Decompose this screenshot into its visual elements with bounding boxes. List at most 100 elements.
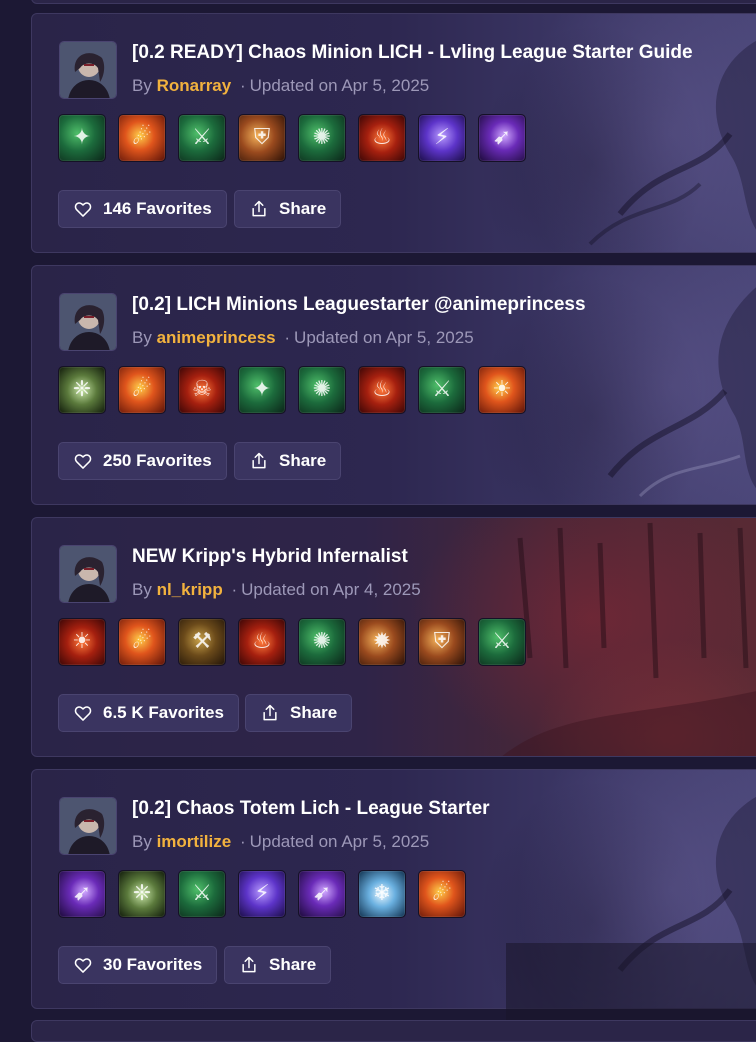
- skill-gem-icon[interactable]: ✦: [58, 114, 106, 162]
- separator: ·: [239, 832, 246, 851]
- skill-gem-icon[interactable]: ➹: [298, 870, 346, 918]
- share-icon: [252, 200, 266, 217]
- favorites-count: 146 Favorites: [103, 199, 212, 218]
- skill-glyph-icon: ✺: [312, 629, 332, 654]
- build-title[interactable]: [0.2 READY] Chaos Minion LICH - Lvling L…: [132, 42, 730, 64]
- skill-gem-icon[interactable]: ✺: [298, 366, 346, 414]
- favorites-count: 6.5 K Favorites: [103, 703, 224, 722]
- favorite-button[interactable]: 250 Favorites: [58, 442, 227, 480]
- skill-glyph-icon: ⚔: [192, 125, 212, 150]
- next-card-edge: [31, 1020, 756, 1042]
- skill-glyph-icon: ❈: [132, 881, 152, 906]
- skill-glyph-icon: ☄: [132, 125, 152, 150]
- author-avatar[interactable]: [59, 545, 117, 603]
- skill-glyph-icon: ❈: [72, 377, 92, 402]
- share-icon: [252, 452, 266, 469]
- skill-gem-icon[interactable]: ⚡: [238, 870, 286, 918]
- skill-gem-icon[interactable]: ✦: [238, 366, 286, 414]
- share-button[interactable]: Share: [245, 694, 353, 732]
- skill-glyph-icon: ☀: [492, 377, 512, 402]
- skill-glyph-icon: ⛨: [433, 629, 451, 654]
- skill-gem-icon[interactable]: ⚔: [178, 114, 226, 162]
- skill-gem-icon[interactable]: ➹: [478, 114, 526, 162]
- skill-glyph-icon: ♨: [372, 377, 392, 402]
- heart-icon: [74, 202, 92, 217]
- skill-glyph-icon: ♨: [372, 125, 392, 150]
- share-icon: [263, 704, 277, 721]
- skill-gem-icon[interactable]: ⛨: [418, 618, 466, 666]
- by-label: By: [132, 580, 152, 599]
- separator: ·: [231, 580, 238, 599]
- skill-glyph-icon: ➹: [72, 881, 92, 906]
- skill-gem-icon[interactable]: ⚡: [418, 114, 466, 162]
- author-avatar[interactable]: [59, 41, 117, 99]
- skill-glyph-icon: ⚔: [432, 377, 452, 402]
- build-meta: By imortilize · Updated on Apr 5, 2025: [132, 832, 429, 852]
- favorite-button[interactable]: 146 Favorites: [58, 190, 227, 228]
- skill-gem-icon[interactable]: ♨: [358, 366, 406, 414]
- share-label: Share: [279, 199, 327, 218]
- skill-gem-icon[interactable]: ⛨: [238, 114, 286, 162]
- build-card[interactable]: [0.2] LICH Minions Leaguestarter @animep…: [31, 265, 756, 505]
- updated-label: Updated on: [241, 580, 330, 599]
- updated-date: Apr 4, 2025: [332, 580, 421, 599]
- skill-gem-icon[interactable]: ⚔: [178, 870, 226, 918]
- separator: ·: [284, 328, 291, 347]
- skill-glyph-icon: ✦: [252, 377, 272, 402]
- share-button[interactable]: Share: [224, 946, 332, 984]
- build-title[interactable]: NEW Kripp's Hybrid Infernalist: [132, 546, 730, 568]
- skill-gem-icon[interactable]: ❈: [58, 366, 106, 414]
- share-button[interactable]: Share: [234, 190, 342, 228]
- skill-gem-icon[interactable]: ⚔: [478, 618, 526, 666]
- skill-glyph-icon: ☀: [72, 629, 92, 654]
- skill-gem-icon[interactable]: ☠: [178, 366, 226, 414]
- author-link[interactable]: Ronarray: [157, 76, 232, 95]
- build-meta: By Ronarray · Updated on Apr 5, 2025: [132, 76, 429, 96]
- skill-gem-icon[interactable]: ❈: [118, 870, 166, 918]
- author-link[interactable]: nl_kripp: [157, 580, 223, 599]
- skill-gem-icon[interactable]: ✺: [298, 618, 346, 666]
- author-link[interactable]: animeprincess: [157, 328, 276, 347]
- skill-gem-icon[interactable]: ☀: [58, 618, 106, 666]
- skill-gem-icon[interactable]: ♨: [358, 114, 406, 162]
- build-meta: By animeprincess · Updated on Apr 5, 2025: [132, 328, 474, 348]
- skill-gem-icon[interactable]: ❄: [358, 870, 406, 918]
- author-link[interactable]: imortilize: [157, 832, 232, 851]
- build-title[interactable]: [0.2] Chaos Totem Lich - League Starter: [132, 798, 730, 820]
- separator: ·: [239, 76, 246, 95]
- share-button[interactable]: Share: [234, 442, 342, 480]
- skill-gem-list: ➹ ❈ ⚔ ⚡ ➹ ❄ ☄: [58, 870, 466, 918]
- share-icon: [242, 956, 256, 973]
- favorite-button[interactable]: 30 Favorites: [58, 946, 218, 984]
- skill-gem-list: ✦ ☄ ⚔ ⛨ ✺ ♨ ⚡ ➹: [58, 114, 526, 162]
- heart-icon: [74, 706, 92, 721]
- build-title[interactable]: [0.2] LICH Minions Leaguestarter @animep…: [132, 294, 730, 316]
- skill-glyph-icon: ⚔: [492, 629, 512, 654]
- build-card[interactable]: [0.2 READY] Chaos Minion LICH - Lvling L…: [31, 13, 756, 253]
- favorite-button[interactable]: 6.5 K Favorites: [58, 694, 239, 732]
- skill-gem-icon[interactable]: ☀: [478, 366, 526, 414]
- skill-gem-icon[interactable]: ☄: [118, 618, 166, 666]
- skill-glyph-icon: ♨: [252, 629, 272, 654]
- skill-glyph-icon: ⚡: [254, 881, 270, 906]
- skill-gem-icon[interactable]: ☄: [418, 870, 466, 918]
- skill-glyph-icon: ⚡: [434, 125, 450, 150]
- author-avatar[interactable]: [59, 293, 117, 351]
- build-meta: By nl_kripp · Updated on Apr 4, 2025: [132, 580, 421, 600]
- skill-gem-icon[interactable]: ✹: [358, 618, 406, 666]
- skill-gem-icon[interactable]: ♨: [238, 618, 286, 666]
- share-label: Share: [279, 451, 327, 470]
- updated-label: Updated on: [249, 832, 338, 851]
- author-avatar[interactable]: [59, 797, 117, 855]
- skill-gem-icon[interactable]: ⚒: [178, 618, 226, 666]
- skill-glyph-icon: ➹: [312, 881, 332, 906]
- skill-glyph-icon: ☠: [192, 377, 212, 402]
- skill-gem-icon[interactable]: ⚔: [418, 366, 466, 414]
- build-card[interactable]: NEW Kripp's Hybrid Infernalist By nl_kri…: [31, 517, 756, 757]
- skill-gem-list: ❈ ☄ ☠ ✦ ✺ ♨ ⚔ ☀: [58, 366, 526, 414]
- share-label: Share: [290, 703, 338, 722]
- skill-gem-icon[interactable]: ☄: [118, 366, 166, 414]
- skill-gem-icon[interactable]: ➹: [58, 870, 106, 918]
- skill-gem-icon[interactable]: ✺: [298, 114, 346, 162]
- skill-gem-icon[interactable]: ☄: [118, 114, 166, 162]
